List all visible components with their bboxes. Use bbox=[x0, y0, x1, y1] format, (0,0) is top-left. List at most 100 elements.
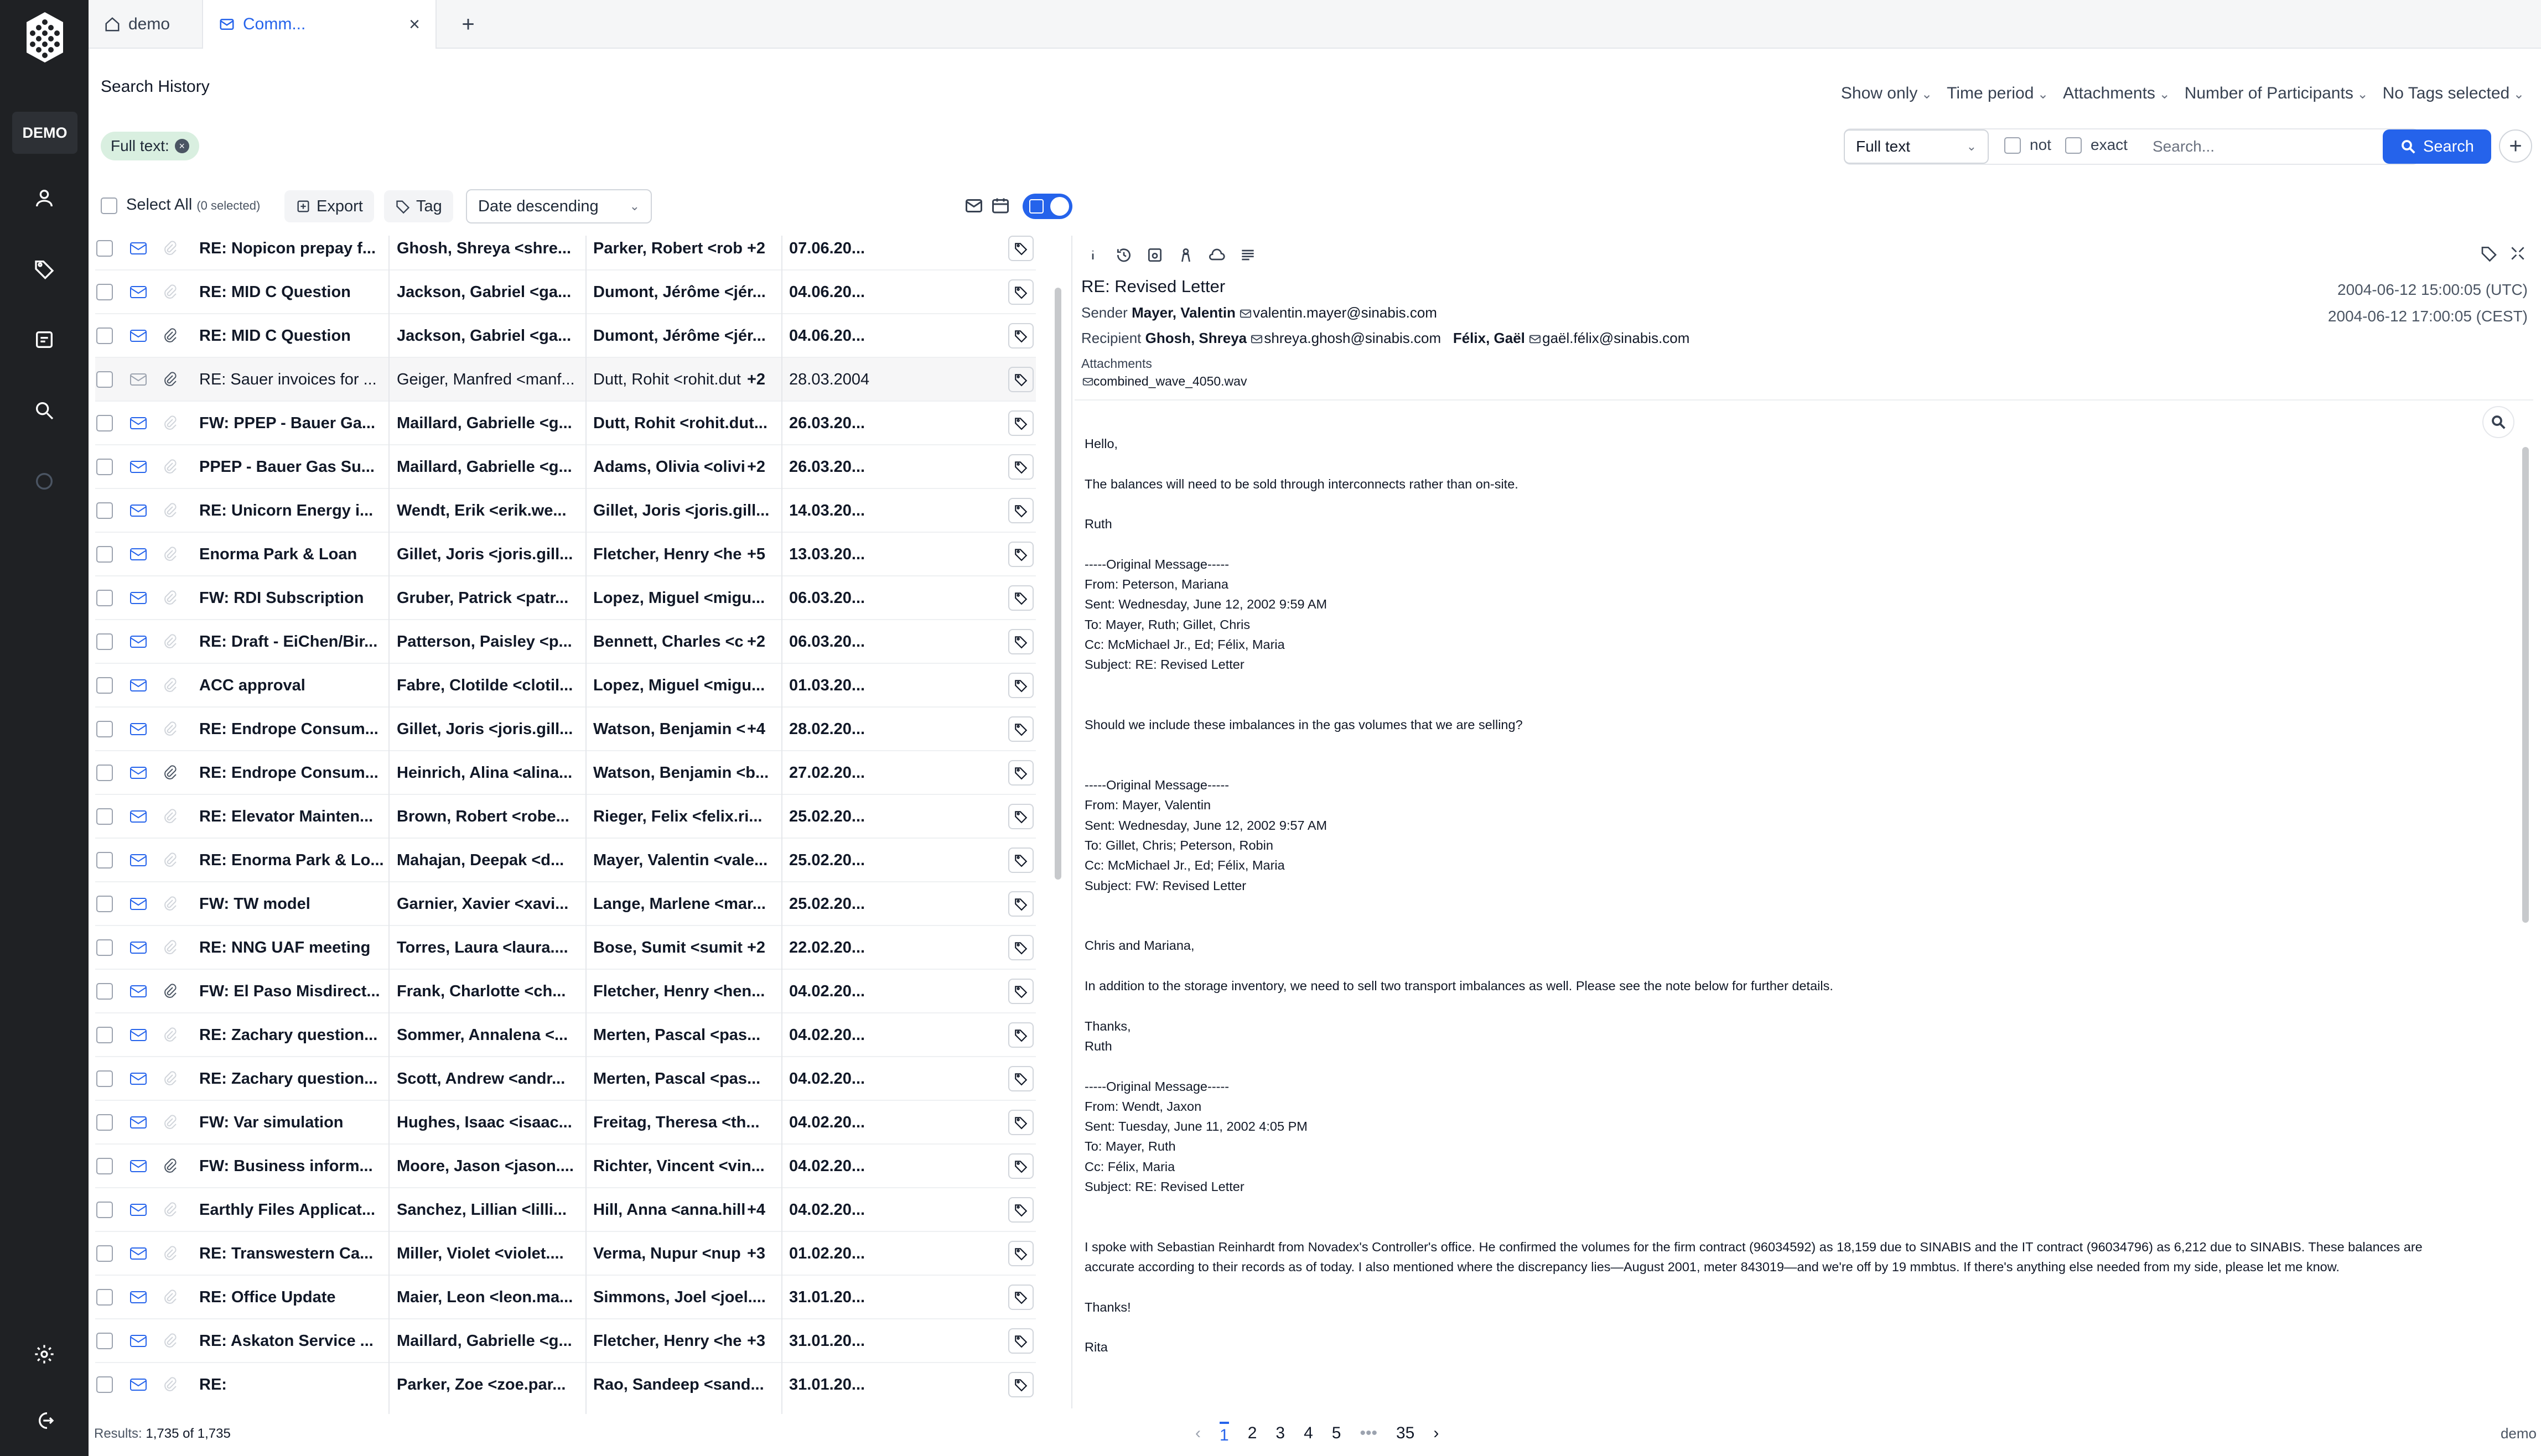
filter-tags[interactable]: No Tags selected bbox=[2383, 84, 2524, 103]
new-tab-button[interactable]: + bbox=[454, 10, 483, 39]
table-row[interactable]: Earthly Files Applicat... Sanchez, Lillia… bbox=[95, 1188, 1036, 1232]
row-tag-icon[interactable] bbox=[1008, 1066, 1034, 1091]
row-checkbox[interactable] bbox=[96, 1289, 113, 1306]
row-tag-icon[interactable] bbox=[1008, 1022, 1034, 1048]
filter-participants[interactable]: Number of Participants bbox=[2185, 84, 2368, 103]
row-checkbox[interactable] bbox=[96, 1158, 113, 1174]
list-scrollbar[interactable] bbox=[1055, 288, 1061, 880]
row-checkbox[interactable] bbox=[96, 415, 113, 431]
table-row[interactable]: RE: Parker, Zoe <zoe.par... Rao, Sandeep <… bbox=[95, 1363, 1036, 1405]
row-tag-icon[interactable] bbox=[1008, 891, 1034, 917]
row-checkbox[interactable] bbox=[96, 633, 113, 650]
row-tag-icon[interactable] bbox=[1008, 498, 1034, 523]
row-checkbox[interactable] bbox=[96, 983, 113, 1000]
row-checkbox[interactable] bbox=[96, 1333, 113, 1349]
row-tag-icon[interactable] bbox=[1008, 760, 1034, 786]
row-tag-icon[interactable] bbox=[1008, 1372, 1034, 1397]
row-tag-icon[interactable] bbox=[1008, 279, 1034, 305]
tab-demo[interactable]: demo bbox=[89, 0, 202, 49]
sender-name[interactable]: Mayer, Valentin bbox=[1132, 304, 1236, 321]
filter-time-period[interactable]: Time period bbox=[1947, 84, 2049, 103]
table-row[interactable]: RE: Askaton Service ... Maillard, Gabriel… bbox=[95, 1319, 1036, 1363]
recipient-email[interactable]: gaël.félix@sinabis.com bbox=[1542, 330, 1689, 346]
sender-email[interactable]: valentin.mayer@sinabis.com bbox=[1253, 304, 1437, 321]
row-tag-icon[interactable] bbox=[1008, 673, 1034, 698]
not-checkbox[interactable] bbox=[2004, 137, 2021, 154]
archive-icon[interactable] bbox=[31, 326, 58, 353]
row-checkbox[interactable] bbox=[96, 546, 113, 563]
row-checkbox[interactable] bbox=[96, 765, 113, 781]
search-input[interactable] bbox=[2145, 129, 2386, 164]
row-tag-icon[interactable] bbox=[1008, 367, 1034, 392]
table-row[interactable]: RE: Endrope Consum... Heinrich, Alina <al… bbox=[95, 751, 1036, 795]
save-icon[interactable] bbox=[1144, 245, 1165, 266]
row-tag-icon[interactable] bbox=[1008, 323, 1034, 349]
table-row[interactable]: RE: Sauer invoices for ... Geiger, Manfre… bbox=[95, 358, 1036, 402]
table-row[interactable]: PPEP - Bauer Gas Su... Maillard, Gabriell… bbox=[95, 445, 1036, 489]
sort-select[interactable]: Date descending ⌄ bbox=[466, 189, 652, 223]
filter-attachments[interactable]: Attachments bbox=[2063, 84, 2170, 103]
tag-button[interactable]: Tag bbox=[384, 190, 453, 222]
page-2[interactable]: 2 bbox=[1248, 1424, 1257, 1443]
mail-view-icon[interactable] bbox=[964, 196, 985, 216]
remove-chip-icon[interactable]: × bbox=[174, 139, 189, 153]
table-row[interactable]: FW: Var simulation Hughes, Isaac <isaac..… bbox=[95, 1101, 1036, 1145]
table-row[interactable]: RE: MID C Question Jackson, Gabriel <ga..… bbox=[95, 271, 1036, 314]
row-checkbox[interactable] bbox=[96, 284, 113, 300]
app-logo[interactable] bbox=[25, 11, 64, 64]
row-tag-icon[interactable] bbox=[1008, 1328, 1034, 1354]
row-tag-icon[interactable] bbox=[1008, 1241, 1034, 1266]
row-checkbox[interactable] bbox=[96, 939, 113, 956]
calendar-view-icon[interactable] bbox=[991, 196, 1012, 216]
row-checkbox[interactable] bbox=[96, 721, 113, 737]
row-checkbox[interactable] bbox=[96, 459, 113, 475]
table-row[interactable]: FW: PPEP - Bauer Ga... Maillard, Gabriell… bbox=[95, 402, 1036, 445]
row-checkbox[interactable] bbox=[96, 896, 113, 912]
table-row[interactable]: RE: Enorma Park & Lo... Mahajan, Deepak <… bbox=[95, 839, 1036, 882]
table-row[interactable]: ACC approval Fabre, Clotilde <clotil... Lo… bbox=[95, 664, 1036, 708]
row-tag-icon[interactable] bbox=[1008, 1153, 1034, 1179]
page-35[interactable]: 35 bbox=[1396, 1424, 1414, 1443]
row-tag-icon[interactable] bbox=[1008, 1197, 1034, 1223]
table-row[interactable]: RE: MID C Question Jackson, Gabriel <ga..… bbox=[95, 314, 1036, 358]
filter-show-only[interactable]: Show only bbox=[1841, 84, 1932, 103]
page-4[interactable]: 4 bbox=[1304, 1424, 1313, 1443]
filter-chip[interactable]: Full text: × bbox=[101, 132, 199, 160]
expand-icon[interactable] bbox=[2509, 245, 2527, 265]
row-checkbox[interactable] bbox=[96, 1376, 113, 1393]
exact-checkbox[interactable] bbox=[2065, 137, 2082, 154]
table-row[interactable]: RE: Draft - EiChen/Bir... Patterson, Pais… bbox=[95, 620, 1036, 664]
user-icon[interactable] bbox=[31, 185, 58, 211]
search-button[interactable]: Search bbox=[2383, 129, 2491, 164]
row-tag-icon[interactable] bbox=[1008, 542, 1034, 567]
row-checkbox[interactable] bbox=[96, 502, 113, 519]
text-align-icon[interactable] bbox=[1237, 245, 1258, 266]
info-icon[interactable] bbox=[1082, 245, 1103, 266]
row-tag-icon[interactable] bbox=[1008, 629, 1034, 654]
table-row[interactable]: RE: Nopicon prepay f... Ghosh, Shreya <sh… bbox=[95, 227, 1036, 271]
prev-page-icon[interactable]: ‹ bbox=[1195, 1424, 1201, 1443]
next-page-icon[interactable]: › bbox=[1433, 1424, 1439, 1443]
table-row[interactable]: FW: TW model Garnier, Xavier <xavi... Lang… bbox=[95, 882, 1036, 926]
row-checkbox[interactable] bbox=[96, 1070, 113, 1087]
split-view-toggle[interactable] bbox=[1023, 194, 1072, 219]
tab-communications[interactable]: Comm... × bbox=[202, 0, 437, 49]
recipient-email[interactable]: shreya.ghosh@sinabis.com bbox=[1264, 330, 1441, 346]
body-scrollbar[interactable] bbox=[2522, 447, 2529, 923]
attachment-item[interactable]: combined_wave_4050.wav bbox=[1082, 374, 1247, 389]
close-icon[interactable]: × bbox=[409, 14, 420, 35]
history-icon[interactable] bbox=[1113, 245, 1134, 266]
page-5[interactable]: 5 bbox=[1332, 1424, 1341, 1443]
select-all-checkbox[interactable] bbox=[101, 197, 117, 214]
row-tag-icon[interactable] bbox=[1008, 585, 1034, 611]
row-tag-icon[interactable] bbox=[1008, 1110, 1034, 1135]
table-row[interactable]: RE: Elevator Mainten... Brown, Robert <ro… bbox=[95, 795, 1036, 839]
row-tag-icon[interactable] bbox=[1008, 236, 1034, 261]
search-icon[interactable] bbox=[31, 397, 58, 424]
page-3[interactable]: 3 bbox=[1275, 1424, 1285, 1443]
row-tag-icon[interactable] bbox=[1008, 935, 1034, 960]
table-row[interactable]: RE: Transwestern Ca... Miller, Violet <vi… bbox=[95, 1232, 1036, 1276]
table-row[interactable]: Enorma Park & Loan Gillet, Joris <joris.g… bbox=[95, 533, 1036, 576]
row-checkbox[interactable] bbox=[96, 1027, 113, 1043]
row-checkbox[interactable] bbox=[96, 852, 113, 869]
